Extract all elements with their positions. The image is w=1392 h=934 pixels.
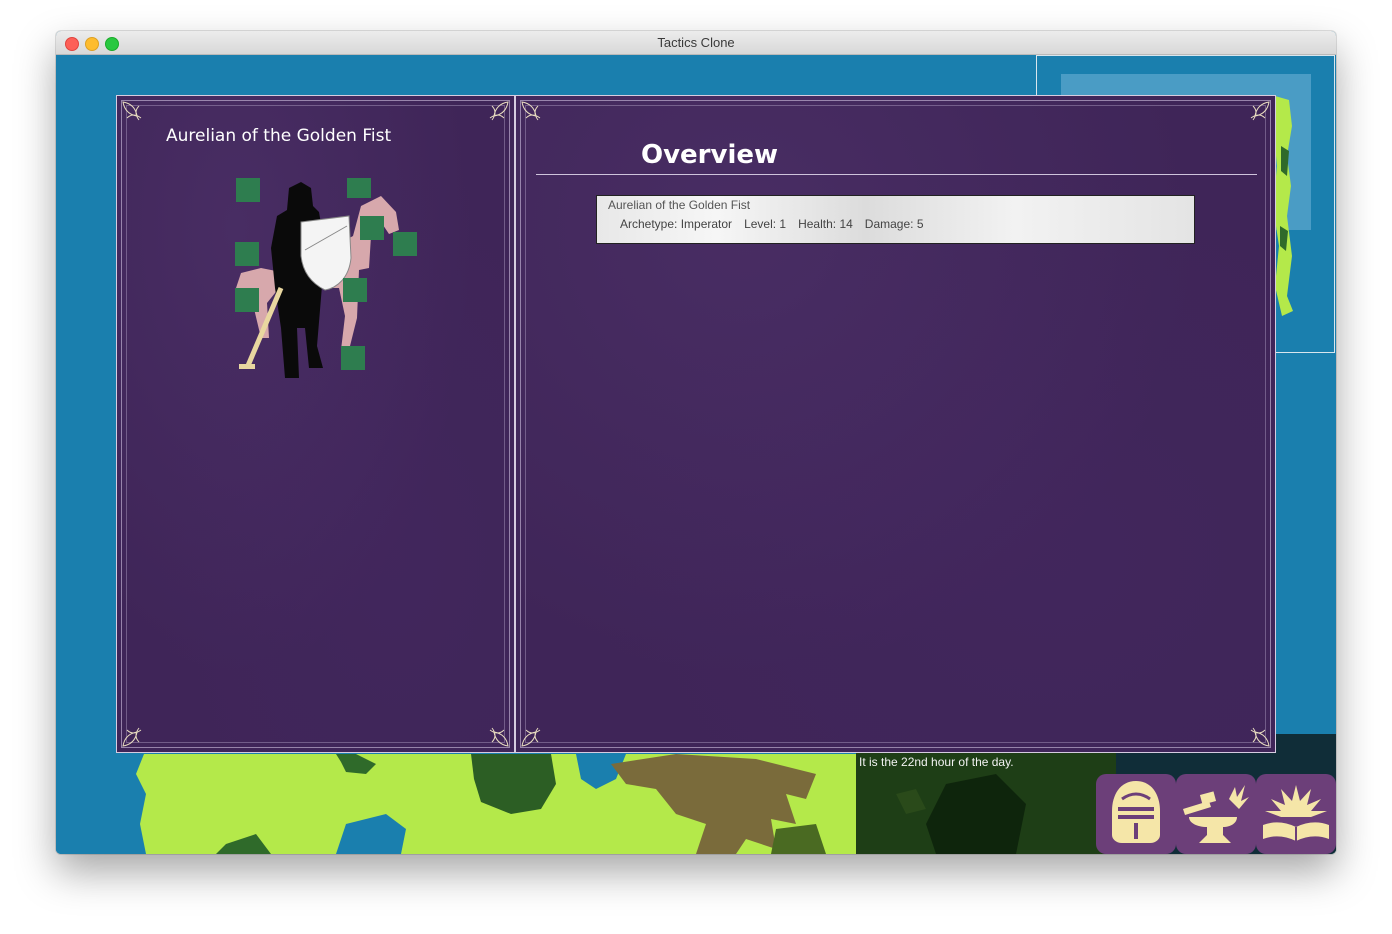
title-bar: Tactics Clone [56, 31, 1336, 55]
equip-slot [235, 242, 259, 266]
character-sheet-panel: Aurelian of the Golden Fist [116, 95, 515, 753]
equip-slot [341, 346, 365, 370]
unit-level: Level: 1 [744, 217, 787, 231]
ornament-corner-icon [122, 727, 142, 747]
unit-stats: Archetype: Imperator Level: 1 Health: 14… [620, 217, 924, 231]
overview-panel: Overview Aurelian of the Golden Fist Arc… [515, 95, 1276, 753]
ornament-corner-icon [489, 101, 509, 121]
unit-damage: Damage: 5 [864, 217, 924, 231]
app-window: Tactics Clone It is the 22nd hour of the… [56, 31, 1336, 854]
ornament-corner-icon [122, 101, 142, 121]
map-terrain[interactable] [56, 754, 856, 854]
ornament-corner-icon [489, 727, 509, 747]
ornament-corner-icon [521, 101, 541, 121]
equip-slot [343, 278, 367, 302]
equip-slot [236, 178, 260, 202]
overview-heading: Overview [641, 140, 779, 170]
unit-name: Aurelian of the Golden Fist [608, 198, 751, 212]
unit-card[interactable]: Aurelian of the Golden Fist Archetype: I… [596, 195, 1195, 244]
spellbook-icon [1263, 785, 1329, 841]
heading-divider [536, 174, 1257, 175]
window-title: Tactics Clone [657, 35, 735, 50]
game-viewport[interactable]: It is the 22nd hour of the day. Aurelian… [56, 55, 1336, 854]
anvil-hammer-icon [1183, 785, 1249, 843]
character-name: Aurelian of the Golden Fist [166, 126, 392, 146]
time-of-day-status: It is the 22nd hour of the day. [859, 755, 1014, 769]
unit-health: Health: 14 [798, 217, 853, 231]
knight-helmet-icon [1112, 781, 1160, 843]
character-button[interactable] [1096, 774, 1176, 854]
crafting-button[interactable] [1176, 774, 1256, 854]
equip-slot [393, 232, 417, 256]
equip-slot [360, 216, 384, 240]
spells-button[interactable] [1256, 774, 1336, 854]
ornament-corner-icon [1250, 101, 1270, 121]
ornament-corner-icon [521, 727, 541, 747]
unit-archetype: Archetype: Imperator [620, 217, 733, 231]
equip-slot [347, 178, 371, 198]
map-terrain-shapes [136, 754, 856, 854]
character-portrait [235, 178, 417, 378]
equip-slot [235, 288, 259, 312]
ornament-corner-icon [1250, 727, 1270, 747]
